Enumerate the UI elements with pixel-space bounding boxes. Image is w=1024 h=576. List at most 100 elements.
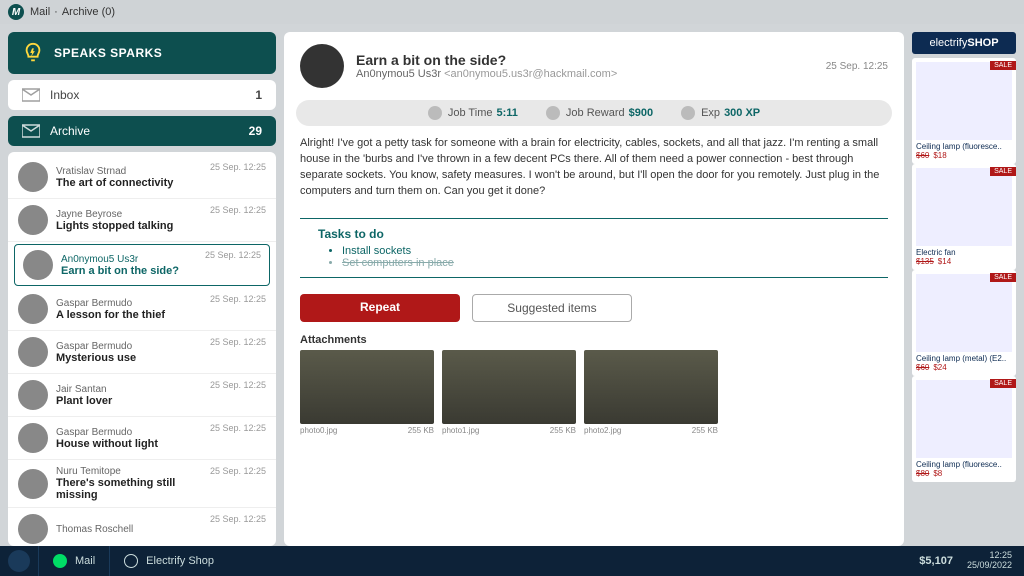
message-time: 25 Sep. 12:25: [826, 61, 888, 72]
mail-icon: [22, 124, 40, 138]
attachment-size: 255 KB: [692, 426, 718, 435]
mail-subject: Plant lover: [56, 395, 210, 407]
folder-label: Inbox: [50, 88, 79, 102]
mail-from: Gaspar Bermudo: [56, 341, 210, 352]
mail-from: Gaspar Bermudo: [56, 427, 210, 438]
taskbar-item-mail[interactable]: Mail: [38, 546, 109, 576]
product-name: Ceiling lamp (fluoresce..: [916, 460, 1012, 469]
product-image: [916, 62, 1012, 140]
mail-subject: Earn a bit on the side?: [61, 265, 205, 277]
attachment-thumb[interactable]: photo2.jpg 255 KB: [584, 350, 718, 435]
titlebar-crumb: Archive (0): [62, 6, 115, 18]
avatar: [18, 469, 48, 499]
sale-tag: SALE: [990, 167, 1016, 176]
product-price: $80$8: [916, 469, 1012, 478]
taskbar-item-shop[interactable]: Electrify Shop: [109, 546, 228, 576]
shop-item[interactable]: SALE Ceiling lamp (fluoresce..$80$8: [912, 376, 1016, 482]
mail-from: Jair Santan: [56, 384, 210, 395]
product-price: $135$14: [916, 257, 1012, 266]
sale-tag: SALE: [990, 379, 1016, 388]
mail-row[interactable]: Gaspar BermudoA lesson for the thief25 S…: [8, 288, 276, 331]
attachment-name: photo2.jpg: [584, 426, 621, 435]
titlebar: M Mail · Archive (0): [0, 0, 1024, 24]
attachment-thumb[interactable]: photo0.jpg 255 KB: [300, 350, 434, 435]
tasks-block: Tasks to do Install socketsSet computers…: [300, 218, 888, 278]
exp-icon: [681, 106, 695, 120]
message-body: Alright! I've got a petty task for someo…: [284, 126, 904, 210]
mail-app-icon: [53, 554, 67, 568]
job-stats-bar: Job Time5:11 Job Reward$900 Exp300 XP: [296, 100, 892, 126]
product-name: Ceiling lamp (metal) (E2..: [916, 354, 1012, 363]
sidebar: SPEAKS SPARKS Inbox 1 Archive 29 Vratisl…: [8, 32, 276, 546]
attachment-name: photo0.jpg: [300, 426, 337, 435]
product-name: Electric fan: [916, 248, 1012, 257]
task-item: Install sockets: [342, 245, 870, 257]
avatar: [18, 423, 48, 453]
mail-from: Jayne Beyrose: [56, 209, 210, 220]
product-price: $60$24: [916, 363, 1012, 372]
money-display: $5,107: [919, 555, 953, 567]
attachment-thumb[interactable]: photo1.jpg255 KB: [442, 350, 576, 435]
reward-icon: [546, 106, 560, 120]
mail-subject: Mysterious use: [56, 352, 210, 364]
mail-row[interactable]: Gaspar BermudoHouse without light25 Sep.…: [8, 417, 276, 460]
mail-subject: House without light: [56, 438, 210, 450]
mail-time: 25 Sep. 12:25: [210, 294, 266, 304]
product-name: Ceiling lamp (fluoresce..: [916, 142, 1012, 151]
shop-logo[interactable]: electrifySHOP: [912, 32, 1016, 54]
sale-tag: SALE: [990, 61, 1016, 70]
mail-subject: There's something still missing: [56, 477, 210, 501]
mail-row[interactable]: Gaspar BermudoMysterious use25 Sep. 12:2…: [8, 331, 276, 374]
folder-inbox[interactable]: Inbox 1: [8, 80, 276, 110]
repeat-button[interactable]: Repeat: [300, 294, 460, 322]
mail-from: Vratislav Strnad: [56, 166, 210, 177]
product-image: [916, 168, 1012, 246]
shop-item[interactable]: SALE Electric fan$135$14: [912, 164, 1016, 270]
attachment-image: [300, 350, 434, 424]
clock-display: 12:2525/09/2022: [967, 551, 1012, 571]
avatar: [18, 162, 48, 192]
attachment-size: 255 KB: [550, 426, 576, 435]
attachments-section: Attachments photo0.jpg255 KBphoto1.jpg25…: [284, 330, 904, 445]
mail-row[interactable]: An0nymou5 Us3rEarn a bit on the side?25 …: [14, 244, 270, 286]
mail-row[interactable]: Jair SantanPlant lover25 Sep. 12:25: [8, 374, 276, 417]
suggested-items-button[interactable]: Suggested items: [472, 294, 632, 322]
tasks-title: Tasks to do: [318, 227, 870, 241]
avatar: [18, 205, 48, 235]
mail-time: 25 Sep. 12:25: [210, 205, 266, 215]
mail-row[interactable]: Jayne BeyroseLights stopped talking25 Se…: [8, 199, 276, 242]
start-button[interactable]: [8, 550, 30, 572]
avatar: [23, 250, 53, 280]
attachments-title: Attachments: [300, 334, 888, 346]
mail-from: Gaspar Bermudo: [56, 298, 210, 309]
titlebar-app: Mail: [30, 6, 50, 18]
shop-panel: electrifySHOP SALE Ceiling lamp (fluoresc…: [912, 32, 1016, 546]
avatar: [18, 380, 48, 410]
mail-time: 25 Sep. 12:25: [210, 380, 266, 390]
mail-list[interactable]: Vratislav StrnadThe art of connectivity 2…: [8, 152, 276, 546]
clock-icon: [428, 106, 442, 120]
mail-subject: The art of connectivity: [56, 177, 210, 189]
mail-row[interactable]: Vratislav StrnadThe art of connectivity2…: [8, 156, 276, 199]
folder-count: 29: [249, 124, 262, 138]
mail-row[interactable]: Thomas Roschell25 Sep. 12:25: [8, 508, 276, 546]
message-pane: Earn a bit on the side? An0nymou5 Us3r <…: [284, 32, 904, 546]
message-header: Earn a bit on the side? An0nymou5 Us3r <…: [284, 32, 904, 100]
mail-icon: [22, 88, 40, 102]
folder-archive[interactable]: Archive 29: [8, 116, 276, 146]
brand-label: SPEAKS SPARKS: [54, 46, 162, 60]
message-subject: Earn a bit on the side?: [356, 52, 617, 68]
attachment-size: 255 KB: [408, 426, 434, 435]
avatar: [300, 44, 344, 88]
lightbulb-icon: [22, 42, 44, 64]
mail-subject: A lesson for the thief: [56, 309, 210, 321]
shop-item[interactable]: SALECeiling lamp (metal) (E2..$60$24: [912, 270, 1016, 376]
shop-app-icon: [124, 554, 138, 568]
mail-time: 25 Sep. 12:25: [210, 423, 266, 433]
mail-time: 25 Sep. 12:25: [210, 466, 266, 476]
shop-item[interactable]: SALE Ceiling lamp (fluoresce..$60$18: [912, 58, 1016, 164]
mail-row[interactable]: Nuru TemitopeThere's something still mis…: [8, 460, 276, 508]
folder-label: Archive: [50, 124, 90, 138]
mail-time: 25 Sep. 12:25: [210, 337, 266, 347]
product-price: $60$18: [916, 151, 1012, 160]
